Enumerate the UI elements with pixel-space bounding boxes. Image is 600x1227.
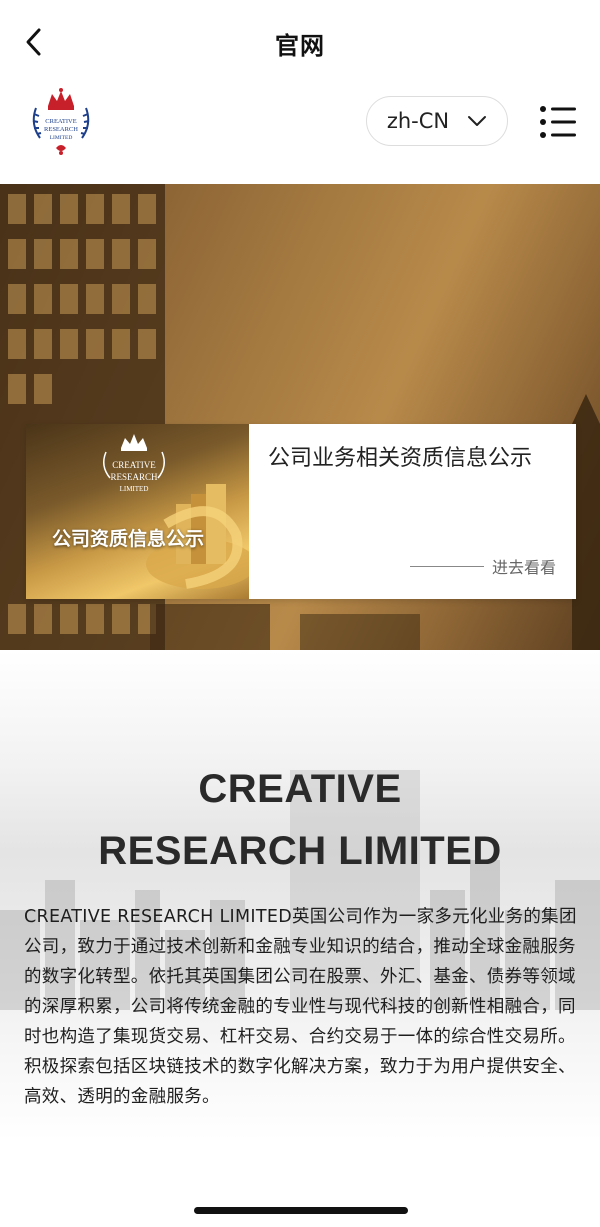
site-header: CREATIVE RESEARCH LIMITED zh-CN (0, 86, 600, 184)
card-logo-line2: RESEARCH (110, 472, 158, 482)
logo-text-line2: RESEARCH (44, 126, 78, 133)
list-menu-icon (540, 106, 576, 138)
intro-heading-line2: RESEARCH LIMITED (98, 829, 502, 873)
intro-heading-line1: CREATIVE (198, 767, 402, 811)
logo-text-line1: CREATIVE (45, 118, 76, 125)
qualification-card[interactable]: CREATIVE RESEARCH LIMITED 公司资质信息公示 公司业务相… (26, 424, 576, 599)
menu-button[interactable] (538, 104, 578, 140)
view-more-label: 进去看看 (491, 558, 556, 577)
card-logo-line3: LIMITED (120, 485, 149, 493)
intro-body-text: CREATIVE RESEARCH LIMITED英国公司作为一家多元化业务的集… (24, 907, 577, 1107)
home-indicator[interactable] (194, 1207, 408, 1214)
card-logo-line1: CREATIVE (112, 460, 156, 470)
view-more-link[interactable]: 进去看看 (409, 554, 556, 578)
company-logo[interactable]: CREATIVE RESEARCH LIMITED (26, 86, 96, 158)
link-divider (409, 565, 484, 567)
card-image-caption: 公司资质信息公示 (52, 528, 205, 550)
logo-text-line3: LIMITED (50, 135, 73, 141)
card-image: CREATIVE RESEARCH LIMITED 公司资质信息公示 (26, 424, 249, 599)
hero-banner: CREATIVE RESEARCH LIMITED 公司资质信息公示 公司业务相… (0, 184, 600, 650)
page-title: 官网 (275, 32, 325, 60)
language-select[interactable]: zh-CN (366, 96, 508, 146)
company-intro-section: CREATIVE RESEARCH LIMITED CREATIVE RESEA… (0, 650, 600, 1227)
top-navbar: 官网 (0, 0, 600, 86)
card-title: 公司业务相关资质信息公示 (268, 446, 533, 471)
chevron-down-icon (468, 116, 487, 126)
language-value: zh-CN (386, 109, 450, 133)
intro-heading: CREATIVE RESEARCH LIMITED (0, 758, 600, 882)
